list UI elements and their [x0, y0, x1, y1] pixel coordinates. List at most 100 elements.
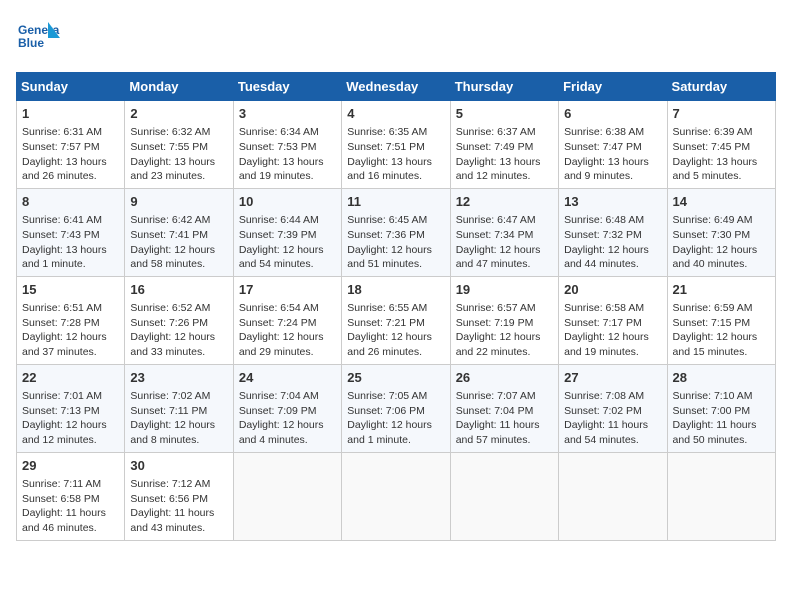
day-info: Sunrise: 6:35 AM Sunset: 7:51 PM Dayligh… [347, 125, 444, 184]
logo: General Blue [16, 16, 60, 60]
day-number: 29 [22, 457, 119, 475]
day-cell: 17 Sunrise: 6:54 AM Sunset: 7:24 PM Dayli… [233, 276, 341, 364]
day-cell [559, 452, 667, 540]
day-cell: 18 Sunrise: 6:55 AM Sunset: 7:21 PM Dayli… [342, 276, 450, 364]
day-info: Sunrise: 6:55 AM Sunset: 7:21 PM Dayligh… [347, 301, 444, 360]
day-number: 27 [564, 369, 661, 387]
day-number: 11 [347, 193, 444, 211]
day-number: 9 [130, 193, 227, 211]
calendar: SundayMondayTuesdayWednesdayThursdayFrid… [16, 72, 776, 541]
day-info: Sunrise: 6:45 AM Sunset: 7:36 PM Dayligh… [347, 213, 444, 272]
day-cell: 20 Sunrise: 6:58 AM Sunset: 7:17 PM Dayli… [559, 276, 667, 364]
day-cell: 22Sunrise: 7:01 AM Sunset: 7:13 PM Dayli… [17, 364, 125, 452]
day-number: 6 [564, 105, 661, 123]
day-info: Sunrise: 6:42 AM Sunset: 7:41 PM Dayligh… [130, 213, 227, 272]
logo-svg: General Blue [16, 16, 60, 60]
day-cell: 7 Sunrise: 6:39 AM Sunset: 7:45 PM Daylig… [667, 101, 775, 189]
day-info: Sunrise: 6:54 AM Sunset: 7:24 PM Dayligh… [239, 301, 336, 360]
day-cell: 19 Sunrise: 6:57 AM Sunset: 7:19 PM Dayli… [450, 276, 558, 364]
day-number: 13 [564, 193, 661, 211]
day-cell: 24Sunrise: 7:04 AM Sunset: 7:09 PM Dayli… [233, 364, 341, 452]
day-cell: 10 Sunrise: 6:44 AM Sunset: 7:39 PM Dayli… [233, 188, 341, 276]
day-info: Sunrise: 6:58 AM Sunset: 7:17 PM Dayligh… [564, 301, 661, 360]
day-number: 14 [673, 193, 770, 211]
day-cell: 1 Sunrise: 6:31 AM Sunset: 7:57 PM Daylig… [17, 101, 125, 189]
day-cell: 8Sunrise: 6:41 AM Sunset: 7:43 PM Daylig… [17, 188, 125, 276]
day-info: Sunrise: 7:05 AM Sunset: 7:06 PM Dayligh… [347, 389, 444, 448]
week-row-2: 8Sunrise: 6:41 AM Sunset: 7:43 PM Daylig… [17, 188, 776, 276]
day-cell: 26Sunrise: 7:07 AM Sunset: 7:04 PM Dayli… [450, 364, 558, 452]
day-info: Sunrise: 6:37 AM Sunset: 7:49 PM Dayligh… [456, 125, 553, 184]
day-cell: 4 Sunrise: 6:35 AM Sunset: 7:51 PM Daylig… [342, 101, 450, 189]
week-row-1: 1 Sunrise: 6:31 AM Sunset: 7:57 PM Daylig… [17, 101, 776, 189]
day-cell: 23 Sunrise: 7:02 AM Sunset: 7:11 PM Dayli… [125, 364, 233, 452]
day-info: Sunrise: 6:44 AM Sunset: 7:39 PM Dayligh… [239, 213, 336, 272]
day-number: 28 [673, 369, 770, 387]
day-cell: 5Sunrise: 6:37 AM Sunset: 7:49 PM Daylig… [450, 101, 558, 189]
day-number: 4 [347, 105, 444, 123]
day-info: Sunrise: 7:12 AM Sunset: 6:56 PM Dayligh… [130, 477, 227, 536]
day-number: 10 [239, 193, 336, 211]
day-cell: 12 Sunrise: 6:47 AM Sunset: 7:34 PM Dayli… [450, 188, 558, 276]
day-cell: 14 Sunrise: 6:49 AM Sunset: 7:30 PM Dayli… [667, 188, 775, 276]
day-info: Sunrise: 6:59 AM Sunset: 7:15 PM Dayligh… [673, 301, 770, 360]
day-info: Sunrise: 6:57 AM Sunset: 7:19 PM Dayligh… [456, 301, 553, 360]
day-number: 20 [564, 281, 661, 299]
day-number: 18 [347, 281, 444, 299]
day-number: 15 [22, 281, 119, 299]
col-header-thursday: Thursday [450, 73, 558, 101]
day-info: Sunrise: 6:39 AM Sunset: 7:45 PM Dayligh… [673, 125, 770, 184]
day-cell: 21 Sunrise: 6:59 AM Sunset: 7:15 PM Dayli… [667, 276, 775, 364]
day-cell: 6 Sunrise: 6:38 AM Sunset: 7:47 PM Daylig… [559, 101, 667, 189]
day-info: Sunrise: 6:48 AM Sunset: 7:32 PM Dayligh… [564, 213, 661, 272]
day-number: 21 [673, 281, 770, 299]
col-header-tuesday: Tuesday [233, 73, 341, 101]
day-info: Sunrise: 6:41 AM Sunset: 7:43 PM Dayligh… [22, 213, 119, 272]
day-cell: 9 Sunrise: 6:42 AM Sunset: 7:41 PM Daylig… [125, 188, 233, 276]
day-cell [450, 452, 558, 540]
col-header-sunday: Sunday [17, 73, 125, 101]
day-cell: 27 Sunrise: 7:08 AM Sunset: 7:02 PM Dayli… [559, 364, 667, 452]
day-info: Sunrise: 6:49 AM Sunset: 7:30 PM Dayligh… [673, 213, 770, 272]
day-info: Sunrise: 6:34 AM Sunset: 7:53 PM Dayligh… [239, 125, 336, 184]
week-row-4: 22Sunrise: 7:01 AM Sunset: 7:13 PM Dayli… [17, 364, 776, 452]
col-header-friday: Friday [559, 73, 667, 101]
day-info: Sunrise: 6:51 AM Sunset: 7:28 PM Dayligh… [22, 301, 119, 360]
day-number: 12 [456, 193, 553, 211]
col-header-monday: Monday [125, 73, 233, 101]
day-cell: 15 Sunrise: 6:51 AM Sunset: 7:28 PM Dayli… [17, 276, 125, 364]
day-cell: 29 Sunrise: 7:11 AM Sunset: 6:58 PM Dayli… [17, 452, 125, 540]
day-info: Sunrise: 6:31 AM Sunset: 7:57 PM Dayligh… [22, 125, 119, 184]
day-info: Sunrise: 6:47 AM Sunset: 7:34 PM Dayligh… [456, 213, 553, 272]
day-number: 7 [673, 105, 770, 123]
day-number: 19 [456, 281, 553, 299]
week-row-3: 15 Sunrise: 6:51 AM Sunset: 7:28 PM Dayli… [17, 276, 776, 364]
day-number: 26 [456, 369, 553, 387]
day-number: 23 [130, 369, 227, 387]
day-cell [342, 452, 450, 540]
calendar-header-row: SundayMondayTuesdayWednesdayThursdayFrid… [17, 73, 776, 101]
day-info: Sunrise: 7:02 AM Sunset: 7:11 PM Dayligh… [130, 389, 227, 448]
day-info: Sunrise: 7:11 AM Sunset: 6:58 PM Dayligh… [22, 477, 119, 536]
day-number: 24 [239, 369, 336, 387]
day-info: Sunrise: 7:01 AM Sunset: 7:13 PM Dayligh… [22, 389, 119, 448]
day-info: Sunrise: 6:52 AM Sunset: 7:26 PM Dayligh… [130, 301, 227, 360]
col-header-wednesday: Wednesday [342, 73, 450, 101]
day-cell: 28 Sunrise: 7:10 AM Sunset: 7:00 PM Dayli… [667, 364, 775, 452]
day-cell: 13 Sunrise: 6:48 AM Sunset: 7:32 PM Dayli… [559, 188, 667, 276]
day-info: Sunrise: 7:10 AM Sunset: 7:00 PM Dayligh… [673, 389, 770, 448]
day-number: 1 [22, 105, 119, 123]
day-number: 2 [130, 105, 227, 123]
header: General Blue [16, 16, 776, 60]
day-number: 17 [239, 281, 336, 299]
day-info: Sunrise: 6:38 AM Sunset: 7:47 PM Dayligh… [564, 125, 661, 184]
svg-text:Blue: Blue [18, 36, 44, 50]
day-cell [233, 452, 341, 540]
day-info: Sunrise: 6:32 AM Sunset: 7:55 PM Dayligh… [130, 125, 227, 184]
day-info: Sunrise: 7:08 AM Sunset: 7:02 PM Dayligh… [564, 389, 661, 448]
day-number: 25 [347, 369, 444, 387]
day-cell [667, 452, 775, 540]
col-header-saturday: Saturday [667, 73, 775, 101]
day-number: 30 [130, 457, 227, 475]
day-cell: 3Sunrise: 6:34 AM Sunset: 7:53 PM Daylig… [233, 101, 341, 189]
